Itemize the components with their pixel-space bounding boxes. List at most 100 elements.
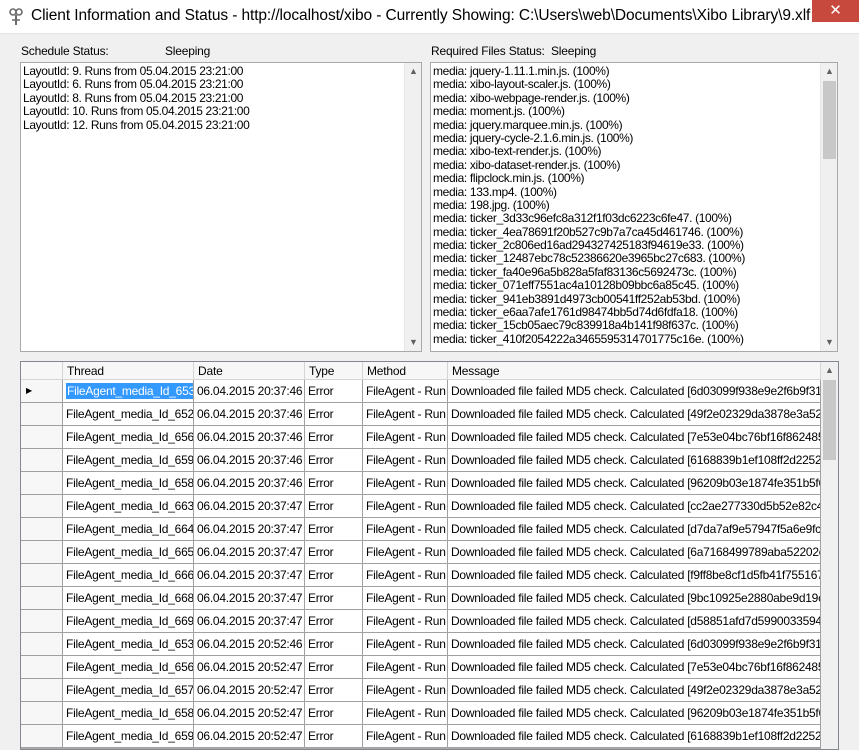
method-cell[interactable]: FileAgent - Run [363, 449, 448, 472]
message-cell[interactable]: Downloaded file failed MD5 check. Calcul… [448, 702, 821, 725]
method-cell[interactable]: FileAgent - Run [363, 403, 448, 426]
required-file-item[interactable]: media: moment.js. (100%) [431, 104, 745, 118]
type-cell[interactable]: Error [305, 656, 363, 679]
method-cell[interactable]: FileAgent - Run [363, 518, 448, 541]
thread-cell[interactable]: FileAgent_media_Id_658 [63, 472, 194, 495]
method-cell[interactable]: FileAgent - Run [363, 656, 448, 679]
method-cell[interactable]: FileAgent - Run [363, 633, 448, 656]
required-file-item[interactable]: media: jquery-1.11.1.min.js. (100%) [431, 64, 745, 78]
required-file-item[interactable]: media: xibo-webpage-render.js. (100%) [431, 91, 745, 105]
row-header[interactable] [21, 656, 63, 679]
column-header-type[interactable]: Type [305, 362, 363, 380]
required-file-item[interactable]: media: ticker_3d33c96efc8a312f1f03dc6223… [431, 211, 745, 225]
type-cell[interactable]: Error [305, 449, 363, 472]
schedule-item[interactable]: LayoutId: 6. Runs from 05.04.2015 23:21:… [21, 77, 249, 91]
required-file-item[interactable]: media: ticker_071eff7551ac4a10128b09bbc6… [431, 278, 745, 292]
date-cell[interactable]: 06.04.2015 20:37:47 [194, 518, 305, 541]
message-cell[interactable]: Downloaded file failed MD5 check. Calcul… [448, 564, 821, 587]
table-row[interactable]: FileAgent_media_Id_666 06.04.2015 20:37:4… [21, 564, 821, 587]
date-cell[interactable]: 06.04.2015 20:37:46 [194, 472, 305, 495]
schedule-item[interactable]: LayoutId: 9. Runs from 05.04.2015 23:21:… [21, 64, 249, 78]
message-cell[interactable]: Downloaded file failed MD5 check. Calcul… [448, 449, 821, 472]
type-cell[interactable]: Error [305, 426, 363, 449]
row-header[interactable]: ▶ [21, 380, 63, 403]
required-file-item[interactable]: media: xibo-dataset-render.js. (100%) [431, 158, 745, 172]
type-cell[interactable]: Error [305, 702, 363, 725]
message-cell[interactable]: Downloaded file failed MD5 check. Calcul… [448, 518, 821, 541]
schedule-item[interactable]: LayoutId: 10. Runs from 05.04.2015 23:21… [21, 104, 250, 118]
date-cell[interactable]: 06.04.2015 20:37:47 [194, 610, 305, 633]
date-cell[interactable]: 06.04.2015 20:52:47 [194, 679, 305, 702]
scroll-up-icon[interactable]: ▲ [821, 63, 837, 80]
row-header[interactable] [21, 541, 63, 564]
type-cell[interactable]: Error [305, 587, 363, 610]
thread-cell[interactable]: FileAgent_media_Id_659 [63, 725, 194, 748]
method-cell[interactable]: FileAgent - Run [363, 380, 448, 403]
thread-cell[interactable]: FileAgent_media_Id_669 [63, 610, 194, 633]
method-cell[interactable]: FileAgent - Run [363, 610, 448, 633]
row-header[interactable] [21, 403, 63, 426]
table-row[interactable]: FileAgent_media_Id_659 06.04.2015 20:52:4… [21, 725, 821, 748]
method-cell[interactable]: FileAgent - Run [363, 564, 448, 587]
log-grid[interactable]: Thread Date Type Method Message ▶ FileAge… [20, 361, 839, 750]
required-file-item[interactable]: media: jquery-cycle-2.1.6.min.js. (100%) [431, 131, 745, 145]
method-cell[interactable]: FileAgent - Run [363, 495, 448, 518]
row-header[interactable] [21, 449, 63, 472]
row-header[interactable] [21, 610, 63, 633]
required-file-item[interactable]: media: ticker_4ea78691f20b527c9b7a7ca45d… [431, 225, 745, 239]
table-row[interactable]: FileAgent_media_Id_658 06.04.2015 20:37:4… [21, 472, 821, 495]
message-cell[interactable]: Downloaded file failed MD5 check. Calcul… [448, 380, 821, 403]
scroll-thumb[interactable] [823, 81, 836, 159]
thread-cell[interactable]: FileAgent_media_Id_652 [63, 403, 194, 426]
table-row[interactable]: FileAgent_media_Id_668 06.04.2015 20:37:4… [21, 587, 821, 610]
table-row[interactable]: FileAgent_media_Id_669 06.04.2015 20:37:4… [21, 610, 821, 633]
message-cell[interactable]: Downloaded file failed MD5 check. Calcul… [448, 633, 821, 656]
thread-cell[interactable]: FileAgent_media_Id_656 [63, 426, 194, 449]
method-cell[interactable]: FileAgent - Run [363, 426, 448, 449]
method-cell[interactable]: FileAgent - Run [363, 472, 448, 495]
date-cell[interactable]: 06.04.2015 20:52:47 [194, 656, 305, 679]
required-files-list[interactable]: media: jquery-1.11.1.min.js. (100%) media… [430, 62, 838, 352]
required-files-scrollbar[interactable]: ▲ ▼ [820, 63, 837, 351]
table-row[interactable]: FileAgent_media_Id_652 06.04.2015 20:37:4… [21, 403, 821, 426]
table-row[interactable]: FileAgent_media_Id_664 06.04.2015 20:37:4… [21, 518, 821, 541]
required-file-item[interactable]: media: ticker_e6aa7afe1761d98474bb5d74d6… [431, 305, 745, 319]
thread-cell[interactable]: FileAgent_media_Id_658 [63, 702, 194, 725]
column-header-date[interactable]: Date [194, 362, 305, 380]
message-cell[interactable]: Downloaded file failed MD5 check. Calcul… [448, 679, 821, 702]
type-cell[interactable]: Error [305, 725, 363, 748]
scroll-up-icon[interactable]: ▲ [821, 362, 838, 379]
type-cell[interactable]: Error [305, 403, 363, 426]
row-header[interactable] [21, 472, 63, 495]
required-file-item[interactable]: media: flipclock.min.js. (100%) [431, 171, 745, 185]
method-cell[interactable]: FileAgent - Run [363, 679, 448, 702]
table-row[interactable]: FileAgent_media_Id_656 06.04.2015 20:52:4… [21, 656, 821, 679]
thread-cell[interactable]: FileAgent_media_Id_666 [63, 564, 194, 587]
type-cell[interactable]: Error [305, 380, 363, 403]
row-header[interactable] [21, 587, 63, 610]
thread-cell[interactable]: FileAgent_media_Id_668 [63, 587, 194, 610]
message-cell[interactable]: Downloaded file failed MD5 check. Calcul… [448, 725, 821, 748]
type-cell[interactable]: Error [305, 610, 363, 633]
table-row[interactable]: FileAgent_media_Id_653 06.04.2015 20:52:4… [21, 633, 821, 656]
date-cell[interactable]: 06.04.2015 20:37:46 [194, 403, 305, 426]
message-cell[interactable]: Downloaded file failed MD5 check. Calcul… [448, 587, 821, 610]
row-header[interactable] [21, 633, 63, 656]
required-file-item[interactable]: media: xibo-layout-scaler.js. (100%) [431, 77, 745, 91]
table-row[interactable]: FileAgent_media_Id_656 06.04.2015 20:37:4… [21, 426, 821, 449]
scroll-up-icon[interactable]: ▲ [405, 63, 421, 80]
thread-cell[interactable]: FileAgent_media_Id_664 [63, 518, 194, 541]
date-cell[interactable]: 06.04.2015 20:52:46 [194, 633, 305, 656]
row-header[interactable] [21, 426, 63, 449]
schedule-item[interactable]: LayoutId: 8. Runs from 05.04.2015 23:21:… [21, 91, 249, 105]
row-header[interactable] [21, 564, 63, 587]
table-row[interactable]: ▶ FileAgent_media_Id_653 06.04.2015 20:37:… [21, 380, 821, 403]
type-cell[interactable]: Error [305, 679, 363, 702]
row-header[interactable] [21, 679, 63, 702]
required-file-item[interactable]: media: ticker_12487ebc78c52386620e3965bc… [431, 252, 745, 266]
thread-cell[interactable]: FileAgent_media_Id_653 [63, 633, 194, 656]
table-row[interactable]: FileAgent_media_Id_663 06.04.2015 20:37:4… [21, 495, 821, 518]
type-cell[interactable]: Error [305, 472, 363, 495]
required-file-item[interactable]: media: xibo-text-render.js. (100%) [431, 144, 745, 158]
column-header-message[interactable]: Message [448, 362, 821, 380]
